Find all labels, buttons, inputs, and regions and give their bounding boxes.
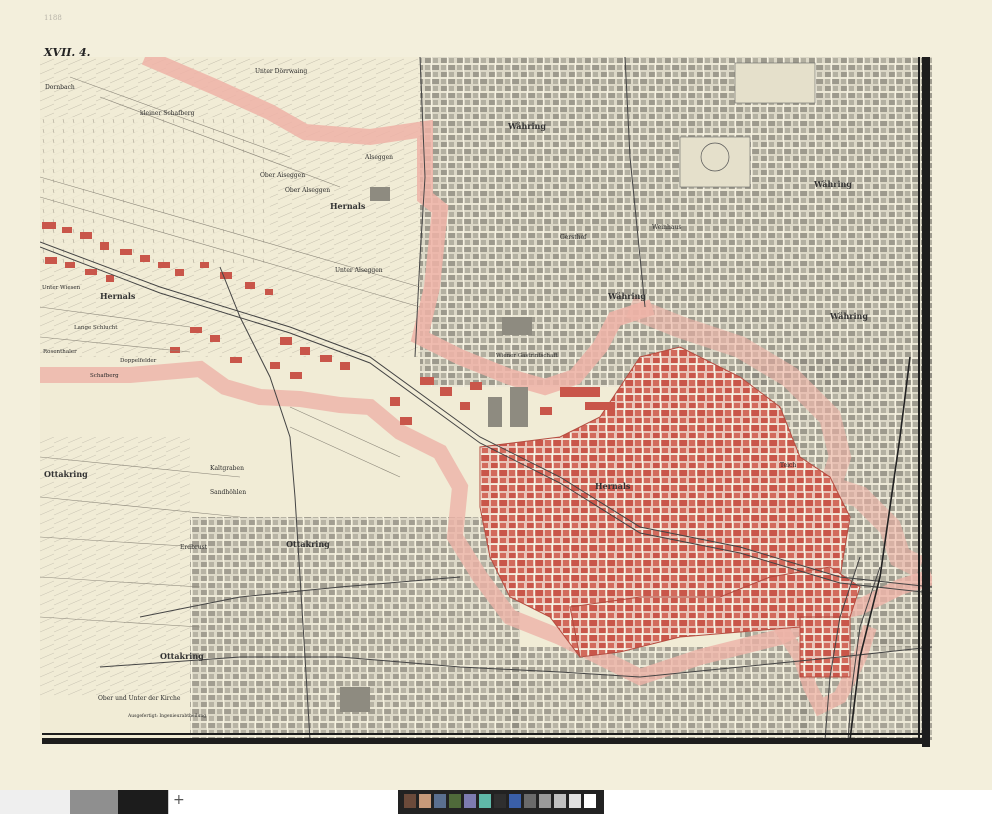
frame-border [922,57,930,747]
label-kleiner-schafberg: kleiner Schafberg [140,110,195,117]
gray-scale-strip: + [0,790,191,814]
label-schafberg: Schafberg [90,373,119,379]
label-ober-unter-kirche: Ober und Unter der Kirche [98,695,181,702]
color-swatch [569,794,581,808]
color-swatch [584,794,596,808]
frame-line [918,57,920,743]
label-dornbach: Dornbach [45,84,75,91]
label-ottakring-mid: Ottakring [286,539,330,549]
label-doppelfeld: Doppelfelder [120,358,157,364]
map-area: Unter Dörrwaing kleiner Schafberg Dornba… [40,57,932,740]
crosshair-icon: + [173,792,185,808]
color-calibration-strip [398,790,604,814]
color-swatch [554,794,566,808]
frame-line [42,733,922,735]
color-swatch [479,794,491,808]
city-map: Unter Dörrwaing kleiner Schafberg Dornba… [40,57,932,740]
label-hernals-center: Hernals [595,481,631,491]
label-unter-doerrwaing: Unter Dörrwaing [255,68,307,75]
label-kaltgraben: Kaltgraben [210,465,244,472]
label-bottom-note: Ausgefertigt: Ingenieurabtheilung [127,713,206,719]
color-swatch [464,794,476,808]
label-waehring-top: Währing [507,121,546,131]
label-sandhuetten: Sandhöhlen [210,489,246,496]
label-hernals-left: Hernals [100,291,136,301]
label-lange-schlucht: Lange Schlucht [74,325,118,331]
label-ober-aiseggen: Ober Aiseggen [260,172,305,179]
color-swatch [524,794,536,808]
label-erdbrust: Erdbrust [180,544,208,551]
gray-patch [118,790,168,814]
color-swatch [404,794,416,808]
label-alseggen: Alseggen [364,154,393,161]
color-swatch [494,794,506,808]
color-swatch [449,794,461,808]
label-ottakring-bottom: Ottakring [160,651,204,661]
color-swatch [434,794,446,808]
label-ottakring-left: Ottakring [44,469,88,479]
label-ober-alseggen: Ober Alseggen [285,187,330,194]
label-unter-alseggen: Unter Alseggen [335,267,383,274]
label-gastrintschaft: Wiener Gastrintschaft [496,353,558,359]
label-gersthof: Gersthof [560,234,587,241]
label-teich: Teich [780,462,796,469]
label-waehring-far: Währing [829,311,868,321]
color-swatch [509,794,521,808]
label-unter-wiesen: Unter Wiesen [42,285,81,291]
label-waehring-mid: Währing [607,291,646,301]
label-rosenthaler: Rosenthaler [43,349,77,355]
gray-patch [70,790,118,814]
label-hernals-top: Hernals [330,201,366,211]
color-swatch [539,794,551,808]
label-weinhaus: Weinhaus [652,224,681,231]
color-swatch [419,794,431,808]
frame-border [42,738,930,744]
label-waehring-right: Währing [813,179,852,189]
gray-patch [0,790,70,814]
corner-note: 1188 [44,14,62,22]
